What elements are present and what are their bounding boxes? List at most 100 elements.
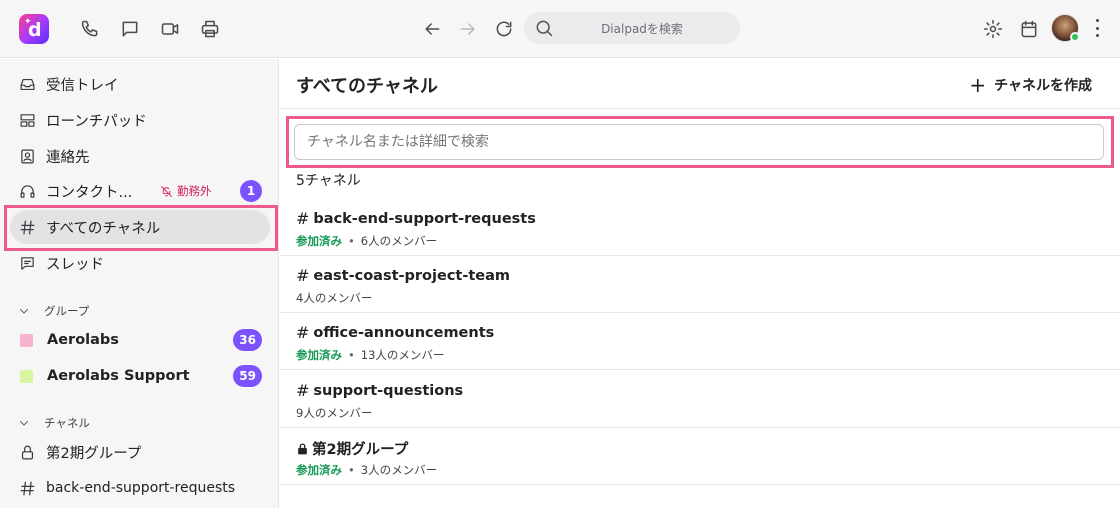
hash-icon (18, 218, 36, 236)
channels-section-header[interactable]: チャネル (18, 415, 90, 431)
sidebar-item-inbox[interactable]: 受信トレイ (10, 67, 270, 101)
member-count: 6人のメンバー (360, 234, 438, 248)
hash-icon: # (296, 323, 310, 342)
groups-header-label: グループ (44, 304, 90, 318)
member-count: 9人のメンバー (296, 406, 373, 420)
sidebar-channel-label: 第2期グループ (46, 445, 142, 462)
channel-name-text: support-questions (313, 382, 464, 399)
sidebar-item-contacts[interactable]: 連絡先 (10, 139, 270, 173)
main-panel: すべてのチャネル + チャネルを作成 5チャネル #back-end-suppo… (280, 59, 1120, 508)
sidebar-item-label: 連絡先 (46, 149, 90, 166)
channel-name: # east-coast-project-team (296, 266, 510, 285)
forward-icon[interactable] (456, 17, 480, 41)
hash-icon (18, 479, 36, 497)
channel-name-text: office-announcements (313, 324, 495, 341)
channel-meta: 4人のメンバー (296, 290, 372, 306)
sidebar-item-label: スレッド (46, 256, 104, 273)
sidebar-group-label: Aerolabs Support (47, 368, 190, 384)
unread-badge: 36 (233, 329, 262, 351)
chevron-down-icon (20, 309, 28, 314)
member-count: 13人のメンバー (360, 348, 445, 362)
channel-name: 第2期グループ (296, 438, 408, 459)
chevron-down-icon (20, 421, 28, 426)
main-header: すべてのチャネル + チャネルを作成 (280, 59, 1120, 109)
global-search[interactable]: Dialpadを検索 (524, 12, 740, 44)
lock-icon (298, 442, 307, 454)
user-avatar[interactable] (1051, 14, 1080, 42)
online-status-dot (1070, 32, 1080, 42)
sidebar-item-contact-center[interactable]: コンタクト... 勤務外 1 (10, 174, 270, 208)
sidebar: 受信トレイ ローンチパッド 連絡先 コンタクト... 勤務外 1 すべてのチャネ… (0, 59, 279, 508)
channel-row[interactable]: 第2期グループ 参加済み • 3人のメンバー (280, 428, 1120, 485)
joined-label: 参加済み (296, 234, 342, 248)
sidebar-channel-back-end[interactable]: back-end-support-requests (10, 471, 270, 505)
sidebar-item-label: コンタクト... (46, 184, 133, 201)
headset-icon (18, 182, 36, 200)
joined-label: 参加済み (296, 348, 342, 362)
printer-icon[interactable] (198, 17, 222, 41)
refresh-icon[interactable] (492, 17, 516, 41)
inbox-icon (18, 75, 36, 93)
sidebar-item-all-channels[interactable]: すべてのチャネル (10, 210, 270, 244)
channel-search-input[interactable] (294, 124, 1104, 160)
hash-icon: # (296, 266, 310, 285)
channel-name: # office-announcements (296, 323, 494, 342)
unread-badge: 1 (240, 180, 262, 202)
channel-name-text: east-coast-project-team (313, 267, 511, 284)
groups-section-header[interactable]: グループ (18, 303, 89, 319)
channel-row[interactable]: # east-coast-project-team 4人のメンバー (280, 256, 1120, 313)
lock-icon (18, 443, 36, 461)
channel-meta: 参加済み • 3人のメンバー (296, 463, 438, 477)
global-search-placeholder: Dialpadを検索 (601, 22, 683, 36)
channel-name: # back-end-support-requests (296, 209, 536, 228)
phone-icon[interactable] (78, 17, 102, 41)
calendar-icon[interactable] (1017, 17, 1041, 41)
page-title: すべてのチャネル (296, 76, 438, 97)
channel-row[interactable]: # support-questions 9人のメンバー (280, 371, 1120, 428)
group-color-swatch (20, 369, 33, 383)
channel-row[interactable]: # back-end-support-requests 参加済み • 6人のメンバー (280, 199, 1120, 256)
sidebar-item-launchpad[interactable]: ローンチパッド (10, 103, 270, 137)
threads-icon (18, 254, 36, 272)
sidebar-channel-label: back-end-support-requests (46, 480, 236, 496)
bell-off-icon (161, 185, 172, 197)
channel-row[interactable]: # office-announcements 参加済み • 13人のメンバー (280, 313, 1120, 370)
video-icon[interactable] (158, 17, 182, 41)
top-bar: ✦ d Dialpadを検索 (0, 0, 1120, 58)
group-color-swatch (20, 333, 33, 347)
sidebar-item-label: ローンチパッド (46, 113, 147, 130)
sidebar-item-label: すべてのチャネル (46, 220, 161, 237)
hash-icon: # (296, 381, 310, 400)
sidebar-item-label: 受信トレイ (46, 77, 119, 94)
channel-name-text: 第2期グループ (312, 442, 409, 458)
create-channel-button[interactable]: + チャネルを作成 (969, 75, 1092, 95)
channel-name: # support-questions (296, 381, 463, 400)
sidebar-group-label: Aerolabs (47, 332, 119, 348)
hash-icon: # (296, 209, 310, 228)
off-duty-status: 勤務外 (160, 183, 212, 199)
channels-header-label: チャネル (44, 416, 90, 430)
channel-meta: 参加済み • 13人のメンバー (296, 348, 445, 362)
off-duty-label: 勤務外 (177, 184, 212, 198)
member-count: 3人のメンバー (360, 463, 438, 477)
contacts-icon (18, 147, 36, 165)
launchpad-icon (18, 111, 36, 129)
channel-meta: 9人のメンバー (296, 405, 372, 421)
sidebar-group-aerolabs[interactable]: Aerolabs 36 (10, 323, 270, 357)
more-icon[interactable] (1095, 19, 1099, 37)
channel-count: 5チャネル (296, 173, 361, 189)
create-channel-label: チャネルを作成 (994, 78, 1092, 94)
member-count: 4人のメンバー (296, 291, 373, 305)
sidebar-item-threads[interactable]: スレッド (10, 246, 270, 280)
gear-icon[interactable] (981, 17, 1005, 41)
sidebar-group-aerolabs-support[interactable]: Aerolabs Support 59 (10, 359, 270, 393)
unread-badge: 59 (233, 365, 262, 387)
channel-name-text: back-end-support-requests (313, 210, 536, 227)
chat-icon[interactable] (118, 17, 142, 41)
plus-icon: + (969, 73, 987, 97)
joined-label: 参加済み (296, 463, 342, 477)
channel-meta: 参加済み • 6人のメンバー (296, 234, 438, 248)
back-icon[interactable] (420, 17, 444, 41)
sidebar-channel-private-group[interactable]: 第2期グループ (10, 435, 270, 469)
dialpad-logo[interactable]: ✦ d (19, 14, 49, 44)
